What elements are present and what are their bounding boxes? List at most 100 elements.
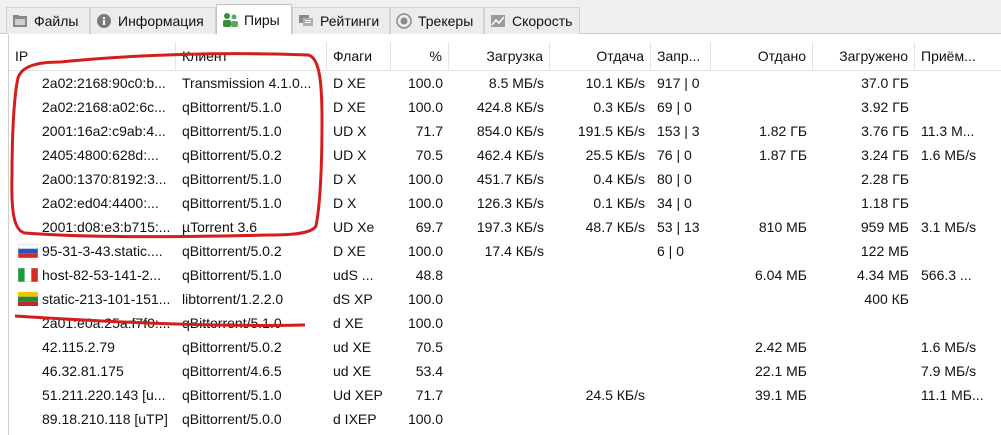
cell-download-speed (449, 335, 550, 359)
cell-download-speed: 854.0 КБ/s (476, 123, 544, 139)
cell-upload-speed: 0.4 КБ/s (593, 171, 645, 187)
col-header-upload-speed[interactable]: Отдача (550, 42, 651, 70)
col-header-download-speed[interactable]: Загрузка (449, 42, 550, 70)
cell-ip: 2001:d08:e3:b715:... (42, 219, 171, 235)
files-icon (11, 13, 29, 29)
cell-client: µTorrent 3.6 (182, 219, 257, 235)
cell-uploaded (711, 71, 813, 95)
tab-trackers[interactable]: Трекеры (390, 7, 484, 34)
cell-relevance: 11.3 М... (921, 123, 975, 139)
tab-files[interactable]: Файлы (6, 7, 90, 34)
table-row[interactable]: 2405:4800:628d:... qBittorrent/5.0.2 UD X 7… (9, 143, 1001, 167)
table-row[interactable]: 2001:d08:e3:b715:... µTorrent 3.6 UD Xe 69.… (9, 215, 1001, 239)
table-row[interactable]: 2a02:2168:90c0:b... Transmission 4.1.0...… (9, 71, 1001, 95)
cell-client: qBittorrent/5.1.0 (182, 195, 282, 211)
cell-downloaded (813, 407, 915, 431)
cell-requests (651, 263, 711, 287)
col-header-progress[interactable]: % (391, 42, 449, 70)
cell-download-speed: 462.4 КБ/s (476, 147, 544, 163)
col-header-client[interactable]: Клиент (176, 42, 327, 70)
cell-progress: 100.0 (407, 411, 443, 427)
table-row[interactable]: 2001:16a2:c9ab:4... qBittorrent/5.1.0 UD X… (9, 119, 1001, 143)
ratings-icon (297, 13, 315, 29)
cell-requests: 80 | 0 (657, 171, 692, 187)
col-header-requests[interactable]: Запр... (651, 42, 711, 70)
cell-ip: 46.32.81.175 (42, 363, 124, 379)
cell-upload-speed (550, 407, 651, 431)
cell-client: qBittorrent/5.1.0 (182, 315, 282, 331)
info-icon (95, 13, 113, 29)
cell-client: Transmission 4.1.0... (182, 75, 312, 91)
cell-flags: D XE (333, 99, 366, 115)
tab-speed[interactable]: Скорость (484, 7, 580, 34)
table-row[interactable]: 95-31-3-43.static.... qBittorrent/5.0.2 D … (9, 239, 1001, 263)
cell-relevance: 7.9 МБ/s (921, 363, 977, 379)
cell-flags: UD Xe (333, 219, 375, 235)
cell-downloaded: 959 МБ (860, 219, 909, 235)
cell-client: qBittorrent/5.1.0 (182, 123, 282, 139)
cell-progress: 100.0 (407, 315, 443, 331)
cell-progress: 71.7 (415, 387, 443, 403)
cell-downloaded: 37.0 ГБ (861, 75, 909, 91)
cell-relevance (915, 167, 1001, 191)
cell-uploaded: 810 МБ (758, 219, 807, 235)
cell-download-speed: 451.7 КБ/s (476, 171, 544, 187)
cell-ip: 2a00:1370:8192:3... (42, 171, 167, 187)
cell-progress: 100.0 (407, 171, 443, 187)
tab-information[interactable]: Информация (90, 7, 216, 34)
col-header-downloaded[interactable]: Загружено (813, 42, 915, 70)
table-row[interactable]: static-213-101-151... libtorrent/1.2.2.0 d… (9, 287, 1001, 311)
tab-ratings[interactable]: Рейтинги (292, 7, 390, 34)
cell-relevance (915, 95, 1001, 119)
cell-uploaded: 39.1 МБ (755, 387, 807, 403)
table-row[interactable]: 2a01:e0a:25a:f7f0:... qBittorrent/5.1.0 d … (9, 311, 1001, 335)
table-row[interactable]: 42.115.2.79 qBittorrent/5.0.2 ud XE 70.5 2.4… (9, 335, 1001, 359)
table-row[interactable]: 46.32.81.175 qBittorrent/4.6.5 ud XE 53.4 22… (9, 359, 1001, 383)
cell-requests: 53 | 13 (657, 219, 700, 235)
table-row[interactable]: 89.18.210.118 [uTP] qBittorrent/5.0.0 d IX… (9, 407, 1001, 431)
cell-downloaded: 3.76 ГБ (861, 123, 909, 139)
col-header-flags[interactable]: Флаги (327, 42, 391, 70)
cell-requests: 69 | 0 (657, 99, 692, 115)
cell-ip: 95-31-3-43.static.... (42, 243, 163, 259)
cell-upload-speed: 0.1 КБ/s (593, 195, 645, 211)
cell-ip: 2001:16a2:c9ab:4... (42, 123, 166, 139)
cell-flags: UD X (333, 123, 367, 139)
cell-relevance (915, 239, 1001, 263)
table-row[interactable]: 2a00:1370:8192:3... qBittorrent/5.1.0 D X 1… (9, 167, 1001, 191)
cell-ip: host-82-53-141-2... (42, 267, 162, 283)
cell-relevance: 11.1 МБ... (921, 387, 984, 403)
table-row[interactable]: host-82-53-141-2... qBittorrent/5.1.0 udS … (9, 263, 1001, 287)
table-row[interactable]: 2a02:ed04:4400:... qBittorrent/5.1.0 D X 10… (9, 191, 1001, 215)
cell-relevance (915, 287, 1001, 311)
cell-requests: 34 | 0 (657, 195, 692, 211)
cell-download-speed (449, 383, 550, 407)
cell-progress: 70.5 (415, 147, 443, 163)
cell-flags: D X (333, 171, 357, 187)
cell-requests: 6 | 0 (657, 243, 684, 259)
cell-downloaded: 4.34 МБ (857, 267, 909, 283)
cell-requests (651, 287, 711, 311)
cell-relevance: 1.6 МБ/s (921, 339, 977, 355)
table-row[interactable]: 2a02:2168:a02:6c... qBittorrent/5.1.0 D XE… (9, 95, 1001, 119)
col-header-ip[interactable]: IP (9, 42, 176, 70)
tab-label: Пиры (244, 12, 280, 28)
cell-client: qBittorrent/5.0.0 (182, 411, 282, 427)
cell-progress: 100.0 (407, 99, 443, 115)
col-header-relevance[interactable]: Приём... (915, 42, 1001, 70)
col-header-uploaded[interactable]: Отдано (711, 42, 813, 70)
cell-progress: 100.0 (407, 75, 443, 91)
table-row[interactable]: 51.211.220.143 [u... qBittorrent/5.1.0 Ud … (9, 383, 1001, 407)
cell-uploaded (711, 287, 813, 311)
cell-flags: ud XE (333, 339, 372, 355)
cell-download-speed: 424.8 КБ/s (476, 99, 544, 115)
cell-flags: d XE (333, 315, 364, 331)
cell-relevance: 566.3 ... (921, 267, 972, 283)
cell-requests (651, 335, 711, 359)
cell-client: qBittorrent/5.1.0 (182, 171, 282, 187)
tab-peers[interactable]: Пиры (216, 4, 292, 35)
cell-client: qBittorrent/5.0.2 (182, 339, 282, 355)
cell-flags: D X (333, 195, 357, 211)
cell-uploaded (711, 167, 813, 191)
cell-upload-speed: 24.5 КБ/s (585, 387, 645, 403)
